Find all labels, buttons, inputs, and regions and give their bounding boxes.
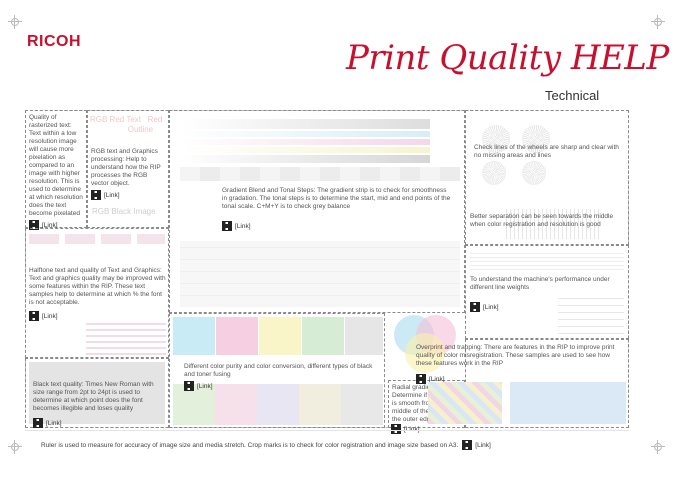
footer: Ruler is used to measure for accuracy of… xyxy=(41,440,491,450)
color-purity-note: Different color purity and color convers… xyxy=(184,363,373,378)
gradient-section: Gradient Blend and Tonal Steps: The grad… xyxy=(169,110,465,313)
halftone-sample-row xyxy=(29,234,165,244)
trapping-samples xyxy=(428,382,502,424)
gradient-link[interactable]: [Link] xyxy=(222,221,251,231)
registration-mark-bottom-left xyxy=(8,440,22,454)
qr-code-icon xyxy=(416,374,426,384)
bottom-ruler xyxy=(25,430,629,440)
rasterized-text-section: Quality of rasterized text: Text within … xyxy=(25,110,87,230)
patch-gray xyxy=(345,317,383,355)
rgb-note: RGB text and Graphics processing: Help t… xyxy=(91,148,161,187)
black-text-link[interactable]: [Link] xyxy=(33,418,62,428)
color-purity-section: Different color purity and color convers… xyxy=(169,313,385,428)
qr-code-icon xyxy=(470,302,480,312)
patch-green xyxy=(302,317,344,355)
rasterized-text-note: Quality of rasterized text: Text within … xyxy=(29,114,83,217)
tonal-steps xyxy=(180,167,460,181)
gradient-strip-gray xyxy=(180,119,430,129)
qr-code-icon xyxy=(462,440,473,450)
gradient-note: Gradient Blend and Tonal Steps: The grad… xyxy=(222,187,451,210)
wheels-section: Check lines of the wheels are sharp and … xyxy=(465,110,629,245)
halftone-text-samples xyxy=(86,321,166,355)
halftone-note: Halftone text and quality of Text and Gr… xyxy=(29,267,166,306)
qr-code-icon xyxy=(91,190,101,200)
halftone-link[interactable]: [Link] xyxy=(29,311,58,321)
line-weights-section: To understand the machine's performance … xyxy=(465,245,629,339)
star-wheel-4 xyxy=(522,161,546,185)
star-wheel-3 xyxy=(482,161,506,185)
registration-mark-top-left xyxy=(8,15,22,29)
page-subtitle: Technical xyxy=(545,88,600,103)
registration-mark-top-right xyxy=(651,15,665,29)
footer-link[interactable]: [Link] xyxy=(462,440,491,450)
overprint-note: Overprint and trapping: There are featur… xyxy=(416,344,615,367)
ricoh-logo: RICOH xyxy=(27,33,82,50)
gradient-strip-cyan xyxy=(180,131,430,137)
rgb-faint-samples: RGB Red Text Red Outline xyxy=(90,115,163,134)
rgb-faint-black: RGB Black Image xyxy=(92,207,156,216)
separation-note: Better separation can be seen towards th… xyxy=(470,213,614,228)
gradient-strip-magenta xyxy=(180,139,430,145)
rgb-link[interactable]: [Link] xyxy=(91,190,165,200)
overprint-section: Overprint and trapping: There are featur… xyxy=(416,339,629,428)
rgb-processing-section: RGB Red Text Red Outline RGB text and Gr… xyxy=(87,110,169,228)
wheels-note: Check lines of the wheels are sharp and … xyxy=(474,144,619,159)
qr-code-icon xyxy=(184,381,194,391)
page-title: Print Quality HELP xyxy=(346,38,669,78)
patch-cyan xyxy=(173,317,215,355)
line-weights-note: To understand the machine's performance … xyxy=(470,276,610,291)
qr-code-icon xyxy=(29,311,39,321)
gradient-strip-yellow xyxy=(180,147,430,153)
color-purity-link[interactable]: [Link] xyxy=(184,381,213,391)
registration-mark-bottom-right xyxy=(651,440,665,454)
footer-note: Ruler is used to measure for accuracy of… xyxy=(41,441,459,449)
line-weight-samples xyxy=(470,252,624,270)
tonal-grid xyxy=(180,241,460,307)
line-weights-link[interactable]: [Link] xyxy=(470,302,499,312)
gradient-strip-black xyxy=(180,155,430,163)
qr-code-icon xyxy=(33,418,43,428)
line-weight-lines xyxy=(558,296,624,334)
trapping-blue-panel xyxy=(510,382,626,424)
halftone-section: Halftone text and quality of Text and Gr… xyxy=(25,228,169,358)
patch-yellow xyxy=(259,317,301,355)
patch-magenta xyxy=(216,317,258,355)
black-text-section: Black text quality: Times New Roman with… xyxy=(25,358,169,428)
qr-code-icon xyxy=(222,221,232,231)
black-text-note: Black text quality: Times New Roman with… xyxy=(33,381,154,412)
